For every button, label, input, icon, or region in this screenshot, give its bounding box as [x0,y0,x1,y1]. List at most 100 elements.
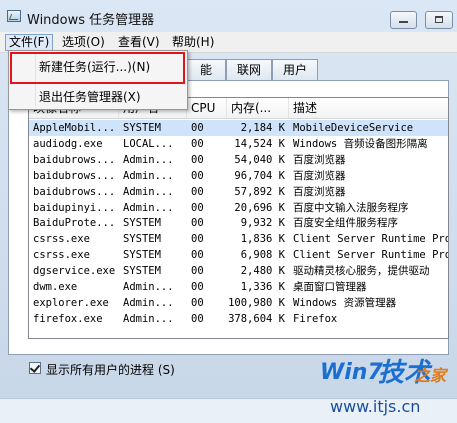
process-list[interactable]: 映像名称 用户名 CPU 内存(... 描述 AppleMobil...SYST… [28,97,449,339]
column-description[interactable]: 描述 [289,98,448,118]
menu-view[interactable]: 查看(V) [115,34,163,51]
task-manager-icon [7,10,21,22]
menu-help[interactable]: 帮助(H) [169,34,217,51]
menu-file[interactable]: 文件(F) [5,34,54,51]
cell-user-name: SYSTEM [123,233,161,246]
cell-memory: 378,604 K [228,312,285,325]
cell-image-name: audiodg.exe [33,137,103,150]
cell-memory: 6,908 K [240,249,285,262]
table-row[interactable]: firefox.exe Admin... 00 378,604 K Firefox [29,311,448,327]
table-row[interactable]: dgservice.exe SYSTEM 00 2,480 K 驱动精灵核心服务，提供驱… [29,263,448,279]
tab-networking-label: 联网 [236,63,261,77]
cell-description: 百度安全组件服务程序 [293,217,398,230]
cell-user-name: SYSTEM [123,217,161,230]
cell-memory: 1,836 K [240,233,285,246]
cell-description: Firefox [293,312,338,325]
watermark-url: www.itjs.cn [330,397,421,416]
cell-cpu: 00 [191,122,204,134]
cell-memory: 20,696 K [234,201,285,214]
cell-image-name: dgservice.exe [33,265,116,278]
window-title: Windows 任务管理器 [27,13,155,28]
watermark-logo: Win7 技术 之家 [300,348,450,392]
cell-memory: 57,892 K [234,185,285,198]
cell-description: 桌面窗口管理器 [293,281,367,293]
cell-user-name: Admin... [123,153,174,166]
title-bar[interactable]: Windows 任务管理器 [0,0,457,32]
tab-users-label: 用户 [282,63,307,77]
cell-user-name: Admin... [123,185,174,198]
cell-image-name: baidubrows... [33,185,116,198]
table-row[interactable]: AppleMobil... SYSTEM 00 2,184 K MobileDevice… [29,120,448,136]
table-row[interactable]: baidupinyi... Admin... 00 20,696 K 百度中文输入法服务… [29,200,448,216]
cell-description: Windows 音频设备图形隔离 [293,137,428,150]
table-row[interactable]: baidubrows... Admin... 00 54,040 K 百度浏览器 [29,152,448,168]
cell-cpu: 00 [191,265,204,278]
maximize-button[interactable] [425,11,453,29]
cell-description: MobileDeviceService [293,122,414,134]
cell-user-name: Admin... [123,296,174,309]
cell-memory: 54,040 K [234,153,285,166]
cell-description: Windows 资源管理器 [293,296,397,309]
table-row[interactable]: csrss.exe SYSTEM 00 1,836 K Client Server Ru… [29,231,449,247]
minimize-button[interactable] [390,11,417,29]
cell-user-name: SYSTEM [123,249,161,262]
cell-cpu: 00 [191,169,204,182]
tab-performance[interactable]: 能 [186,59,226,81]
cell-image-name: BaiduProte... [33,217,116,230]
cell-cpu: 00 [191,201,204,214]
cell-memory: 96,704 K [234,169,285,182]
cell-cpu: 00 [191,217,204,230]
menu-options[interactable]: 选项(O) [59,34,108,51]
cell-image-name: csrss.exe [33,233,90,246]
minimize-icon [399,21,408,23]
column-memory[interactable]: 内存(... [227,98,289,118]
cell-cpu: 00 [191,312,204,325]
cell-description: 百度浏览器 [293,169,346,182]
cell-cpu: 00 [191,185,204,198]
cell-image-name: baidupinyi... [33,201,116,214]
cell-description: 百度浏览器 [293,185,346,198]
cell-memory: 9,932 K [240,217,285,230]
cell-description: 百度浏览器 [293,153,346,166]
menu-item-exit[interactable]: 退出任务管理器(X) [39,87,141,107]
cell-memory: 14,524 K [234,137,285,150]
cell-description: 百度中文输入法服务程序 [293,201,409,214]
cell-user-name: Admin... [123,281,174,293]
table-row[interactable]: BaiduProte... SYSTEM 00 9,932 K 百度安全组件服务程序 [29,215,448,231]
cell-memory: 1,336 K [240,281,285,293]
cell-description: 驱动精灵核心服务，提供驱动 [293,265,430,278]
cell-image-name: dwm.exe [33,281,78,293]
cell-cpu: 00 [191,281,204,293]
cell-user-name: LOCAL... [123,137,174,150]
tab-users[interactable]: 用户 [272,59,318,81]
cell-cpu: 00 [191,233,204,246]
cell-memory: 100,980 K [228,296,285,309]
cell-memory: 2,184 K [240,122,285,134]
cell-cpu: 00 [191,153,204,166]
checkmark-icon [29,362,41,373]
maximize-icon [435,16,443,23]
cell-image-name: csrss.exe [33,249,90,262]
watermark-win7: Win7 [320,360,383,385]
tab-networking[interactable]: 联网 [226,59,272,81]
table-row[interactable]: explorer.exe Admin... 00 100,980 K Windows 资… [29,295,448,311]
cell-cpu: 00 [191,296,204,309]
show-all-users-label[interactable]: 显示所有用户的进程 (S) [46,361,175,378]
task-manager-window: Windows 任务管理器 文件(F) 选项(O) 查看(V) 帮助(H) 能 … [0,0,457,423]
cell-image-name: baidubrows... [33,153,116,166]
cell-image-name: baidubrows... [33,169,116,182]
cell-memory: 2,480 K [240,265,285,278]
column-cpu[interactable]: CPU [187,98,227,118]
cell-image-name: AppleMobil... [33,122,116,134]
cell-user-name: SYSTEM [123,265,161,278]
cell-user-name: Admin... [123,201,174,214]
table-row[interactable]: baidubrows... Admin... 00 57,892 K 百度浏览器 [29,184,448,200]
table-row[interactable]: baidubrows... Admin... 00 96,704 K 百度浏览器 [29,168,448,184]
cell-description: Client Server Runtime Proc [293,249,449,262]
table-row[interactable]: csrss.exe SYSTEM 00 6,908 K Client Server Ru… [29,247,449,263]
cell-description: Client Server Runtime Proc [293,233,449,246]
show-all-users-checkbox[interactable] [29,362,41,374]
cell-user-name: Admin... [123,312,174,325]
table-row[interactable]: dwm.exe Admin... 00 1,336 K 桌面窗口管理器 [29,279,448,295]
table-row[interactable]: audiodg.exe LOCAL... 00 14,524 K Windows 音频设… [29,136,448,152]
